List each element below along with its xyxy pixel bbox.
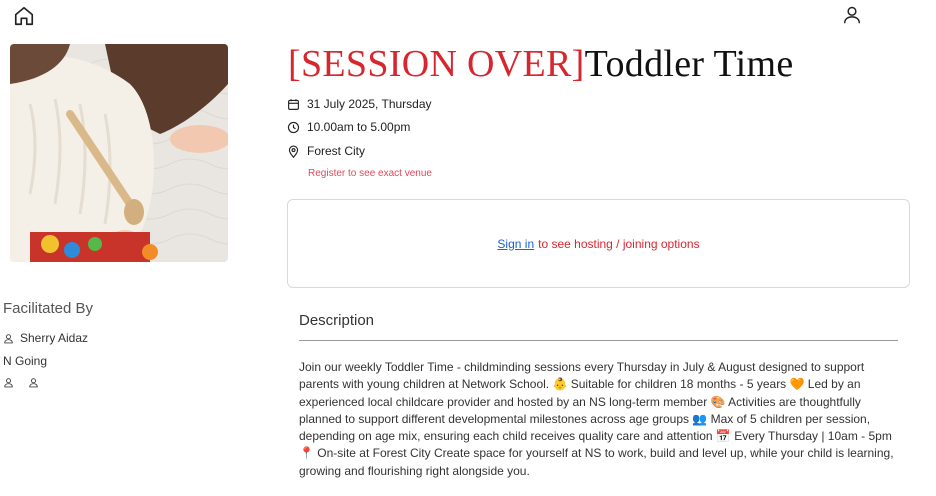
user-icon <box>843 6 861 24</box>
location-pin-icon <box>288 144 299 158</box>
session-status: [SESSION OVER] <box>288 43 585 85</box>
event-title: [SESSION OVER]Toddler Time <box>288 44 794 84</box>
user-icon <box>4 333 13 343</box>
signin-link[interactable]: Sign in <box>497 237 534 251</box>
description-heading: Description <box>299 312 375 329</box>
event-location: Forest City <box>287 144 365 158</box>
event-image <box>10 44 228 262</box>
clock-icon <box>287 121 300 133</box>
profile-button[interactable] <box>840 3 864 27</box>
going-count: N Going <box>3 354 48 368</box>
home-icon <box>14 6 34 26</box>
description-body: Join our weekly Toddler Time - childmind… <box>299 360 894 478</box>
event-time: 10.00am to 5.00pm <box>287 120 410 134</box>
event-name: Toddler Time <box>584 43 794 85</box>
attendee-avatar-icon[interactable] <box>28 377 39 388</box>
attendee-avatars <box>3 377 39 388</box>
event-date: 31 July 2025, Thursday <box>287 97 432 111</box>
calendar-icon <box>288 98 299 110</box>
facilitator-name: Sherry Aidaz <box>20 331 89 345</box>
facilitators-heading: Facilitated By <box>3 300 94 317</box>
signin-text: to see hosting / joining options <box>538 236 700 251</box>
attendee-avatar-icon[interactable] <box>3 377 14 388</box>
venue-note: Register to see exact venue <box>308 168 432 179</box>
event-time-text: 10.00am to 5.00pm <box>307 120 411 134</box>
signin-panel: Sign in to see hosting / joining options <box>287 199 910 288</box>
description-divider <box>299 340 898 341</box>
home-button[interactable] <box>12 4 36 28</box>
event-location-text: Forest City <box>307 144 366 158</box>
event-date-text: 31 July 2025, Thursday <box>307 97 432 111</box>
facilitator-host[interactable]: Sherry Aidaz <box>3 331 88 345</box>
